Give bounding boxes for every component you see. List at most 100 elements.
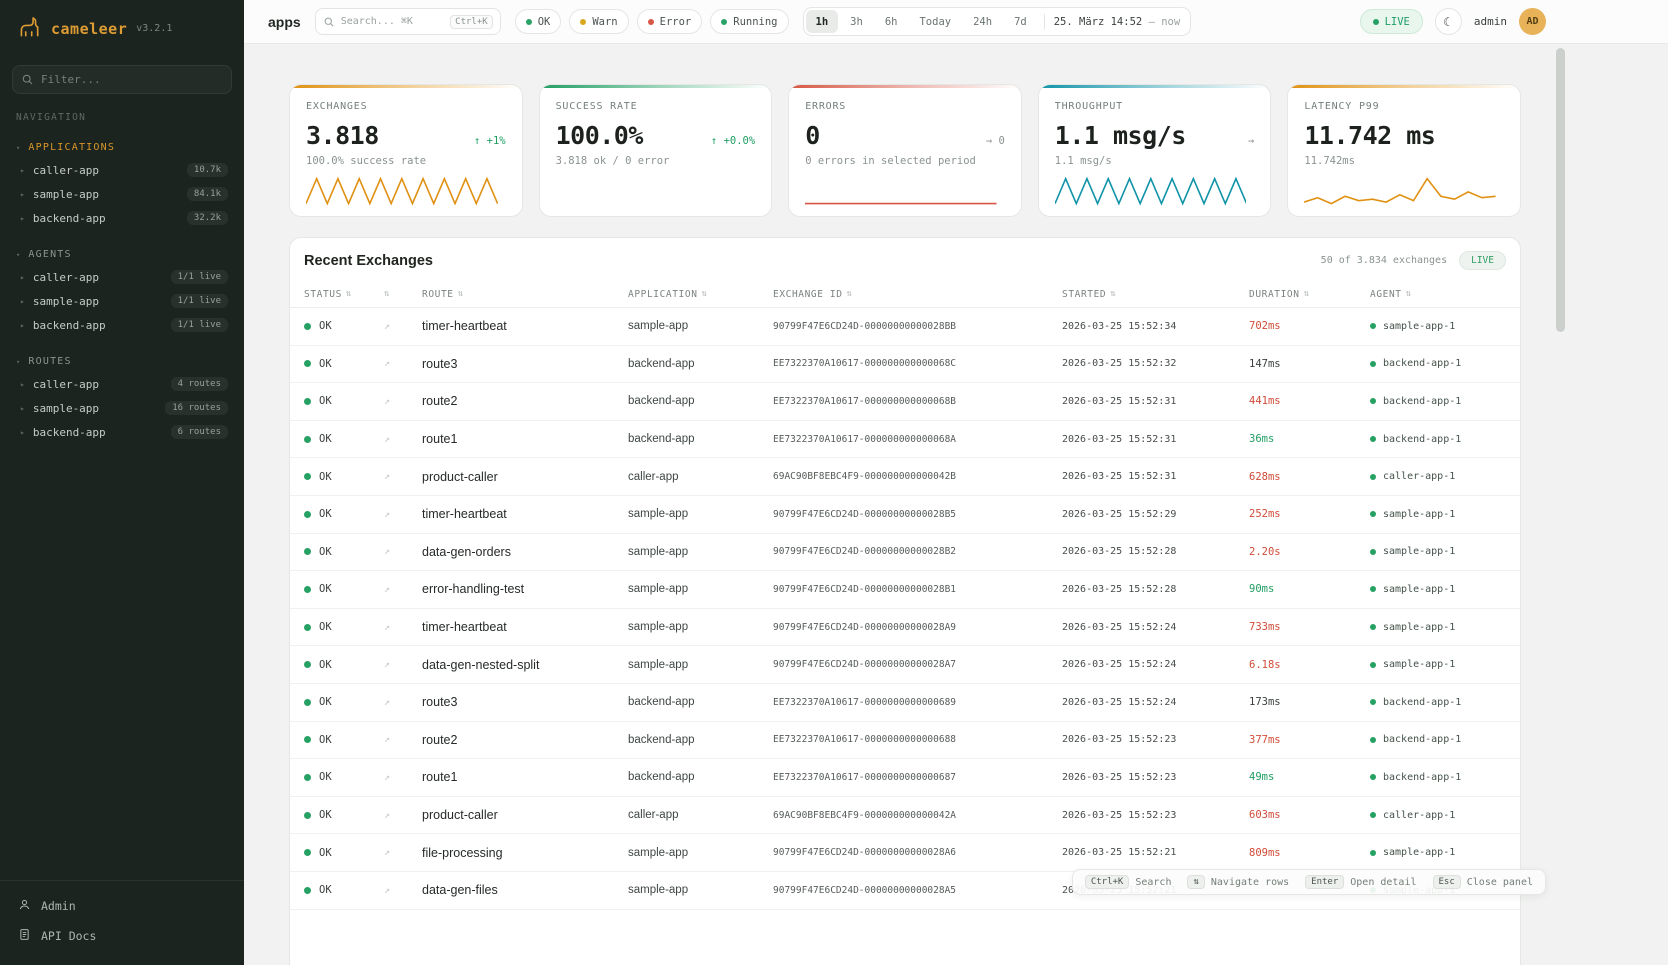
time-range-today[interactable]: Today xyxy=(909,10,961,33)
open-detail-icon[interactable]: ↗ xyxy=(384,434,390,445)
table-row[interactable]: OK↗data-gen-orderssample-app90799F47E6CD… xyxy=(290,534,1520,572)
route-cell: data-gen-files xyxy=(422,883,628,897)
table-row[interactable]: OK↗route1backend-appEE7322370A10617-0000… xyxy=(290,421,1520,459)
open-detail-icon[interactable]: ↗ xyxy=(384,697,390,708)
scrollbar[interactable] xyxy=(1556,48,1565,332)
sidebar-item-sample-app[interactable]: ▸sample-app16 routes xyxy=(0,396,244,420)
open-detail-icon[interactable]: ↗ xyxy=(384,396,390,407)
exchange-id-cell: 90799F47E6CD24D-00000000000028A9 xyxy=(773,622,1062,633)
column-header-route[interactable]: ROUTE⇅ xyxy=(422,289,628,300)
agent-name: sample-app-1 xyxy=(1383,584,1455,595)
time-range-24h[interactable]: 24h xyxy=(963,10,1002,33)
open-detail-icon[interactable]: ↗ xyxy=(384,622,390,633)
column-header-started[interactable]: STARTED⇅ xyxy=(1062,289,1249,300)
open-detail-icon[interactable]: ↗ xyxy=(384,847,390,858)
sidebar-item-caller-app[interactable]: ▸caller-app10.7k xyxy=(0,158,244,182)
table-row[interactable]: OK↗timer-heartbeatsample-app90799F47E6CD… xyxy=(290,308,1520,346)
column-header-agent[interactable]: AGENT⇅ xyxy=(1370,289,1506,300)
filter-chip-ok[interactable]: OK xyxy=(515,9,562,34)
table-row[interactable]: OK↗timer-heartbeatsample-app90799F47E6CD… xyxy=(290,496,1520,534)
open-detail-icon[interactable]: ↗ xyxy=(384,885,390,896)
table-row[interactable]: OK↗product-callercaller-app69AC90BF8EBC4… xyxy=(290,797,1520,835)
open-detail-icon[interactable]: ↗ xyxy=(384,509,390,520)
time-range-7d[interactable]: 7d xyxy=(1004,10,1037,33)
sidebar-item-badge: 1/1 live xyxy=(171,294,228,308)
sidebar-item-backend-app[interactable]: ▸backend-app1/1 live xyxy=(0,313,244,337)
hint-label: Open detail xyxy=(1350,877,1416,888)
route-cell: route1 xyxy=(422,432,628,446)
search-input[interactable] xyxy=(341,16,444,27)
table-row[interactable]: OK↗file-processingsample-app90799F47E6CD… xyxy=(290,834,1520,872)
table-row[interactable]: OK↗route1backend-appEE7322370A10617-0000… xyxy=(290,759,1520,797)
column-header-status[interactable]: STATUS⇅ xyxy=(304,289,384,300)
table-row[interactable]: OK↗route2backend-appEE7322370A10617-0000… xyxy=(290,722,1520,760)
sidebar-item-sample-app[interactable]: ▸sample-app84.1k xyxy=(0,182,244,206)
table-row[interactable]: OK↗route3backend-appEE7322370A10617-0000… xyxy=(290,346,1520,384)
table-row[interactable]: OK↗route3backend-appEE7322370A10617-0000… xyxy=(290,684,1520,722)
open-detail-icon[interactable]: ↗ xyxy=(384,584,390,595)
section-header-applications[interactable]: ▾APPLICATIONS xyxy=(0,135,244,158)
filter-chip-running[interactable]: Running xyxy=(710,9,788,34)
sidebar-item-caller-app[interactable]: ▸caller-app1/1 live xyxy=(0,265,244,289)
hint-key: Ctrl+K xyxy=(1085,875,1130,889)
sidebar-item-sample-app[interactable]: ▸sample-app1/1 live xyxy=(0,289,244,313)
sidebar-item-backend-app[interactable]: ▸backend-app6 routes xyxy=(0,420,244,444)
stat-delta: → 0 xyxy=(986,135,1005,147)
agent-cell: backend-app-1 xyxy=(1370,772,1506,783)
table-row[interactable]: OK↗product-callercaller-app69AC90BF8EBC4… xyxy=(290,458,1520,496)
column-header-exchange-id[interactable]: EXCHANGE ID⇅ xyxy=(773,289,1062,300)
chevron-down-icon: ▾ xyxy=(16,144,21,152)
time-range-1h[interactable]: 1h xyxy=(806,10,839,33)
time-range-6h[interactable]: 6h xyxy=(875,10,908,33)
live-toggle[interactable]: LIVE xyxy=(1360,9,1423,34)
column-header-duration[interactable]: DURATION⇅ xyxy=(1249,289,1370,300)
sidebar-footer-api-docs[interactable]: API Docs xyxy=(10,921,234,951)
status-cell: OK xyxy=(304,847,384,859)
agent-cell: backend-app-1 xyxy=(1370,358,1506,369)
app-logo[interactable]: cameleer v3.2.1 xyxy=(0,0,244,53)
column-header-application[interactable]: APPLICATION⇅ xyxy=(628,289,773,300)
agent-name: sample-app-1 xyxy=(1383,546,1455,557)
sidebar-filter-input[interactable] xyxy=(12,65,232,94)
status-dot-icon xyxy=(526,19,532,25)
stat-title: SUCCESS RATE xyxy=(556,101,756,112)
open-detail-icon[interactable]: ↗ xyxy=(384,358,390,369)
open-detail-icon[interactable]: ↗ xyxy=(384,471,390,482)
open-detail-icon[interactable]: ↗ xyxy=(384,546,390,557)
theme-toggle[interactable]: ☾ xyxy=(1435,8,1462,35)
table-body: OK↗timer-heartbeatsample-app90799F47E6CD… xyxy=(290,308,1520,910)
agent-live-dot-icon xyxy=(1370,662,1376,668)
camel-logo-icon xyxy=(16,14,42,43)
status-label: OK xyxy=(319,395,332,407)
sidebar-footer-admin[interactable]: Admin xyxy=(10,891,234,921)
open-detail-icon[interactable]: ↗ xyxy=(384,772,390,783)
time-range-3h[interactable]: 3h xyxy=(840,10,873,33)
column-header-expand[interactable]: ⇅ xyxy=(384,289,422,299)
table-row[interactable]: OK↗data-gen-nested-splitsample-app90799F… xyxy=(290,646,1520,684)
table-row[interactable]: OK↗route2backend-appEE7322370A10617-0000… xyxy=(290,383,1520,421)
table-row[interactable]: OK↗error-handling-testsample-app90799F47… xyxy=(290,571,1520,609)
status-ok-dot-icon xyxy=(304,812,311,819)
section-header-routes[interactable]: ▾ROUTES xyxy=(0,349,244,372)
open-detail-icon[interactable]: ↗ xyxy=(384,659,390,670)
agent-live-dot-icon xyxy=(1370,850,1376,856)
search-icon xyxy=(21,73,34,86)
sidebar-item-caller-app[interactable]: ▸caller-app4 routes xyxy=(0,372,244,396)
filter-chip-warn[interactable]: Warn xyxy=(569,9,628,34)
table-row[interactable]: OK↗timer-heartbeatsample-app90799F47E6CD… xyxy=(290,609,1520,647)
open-detail-icon[interactable]: ↗ xyxy=(384,734,390,745)
filter-chip-error[interactable]: Error xyxy=(637,9,703,34)
stat-value: 100.0% xyxy=(556,121,643,150)
status-ok-dot-icon xyxy=(304,398,311,405)
sidebar-item-badge: 10.7k xyxy=(187,163,228,177)
open-detail-icon[interactable]: ↗ xyxy=(384,321,390,332)
stat-subtext: 1.1 msg/s xyxy=(1055,155,1255,167)
section-header-agents[interactable]: ▾AGENTS xyxy=(0,242,244,265)
chevron-right-icon: ▸ xyxy=(20,380,25,389)
open-detail-icon[interactable]: ↗ xyxy=(384,810,390,821)
sidebar-item-backend-app[interactable]: ▸backend-app32.2k xyxy=(0,206,244,230)
stat-subtext: 3.818 ok / 0 error xyxy=(556,155,756,167)
avatar[interactable]: AD xyxy=(1519,8,1546,35)
duration-cell: 377ms xyxy=(1249,734,1370,746)
search-box[interactable]: Ctrl+K xyxy=(315,8,501,35)
